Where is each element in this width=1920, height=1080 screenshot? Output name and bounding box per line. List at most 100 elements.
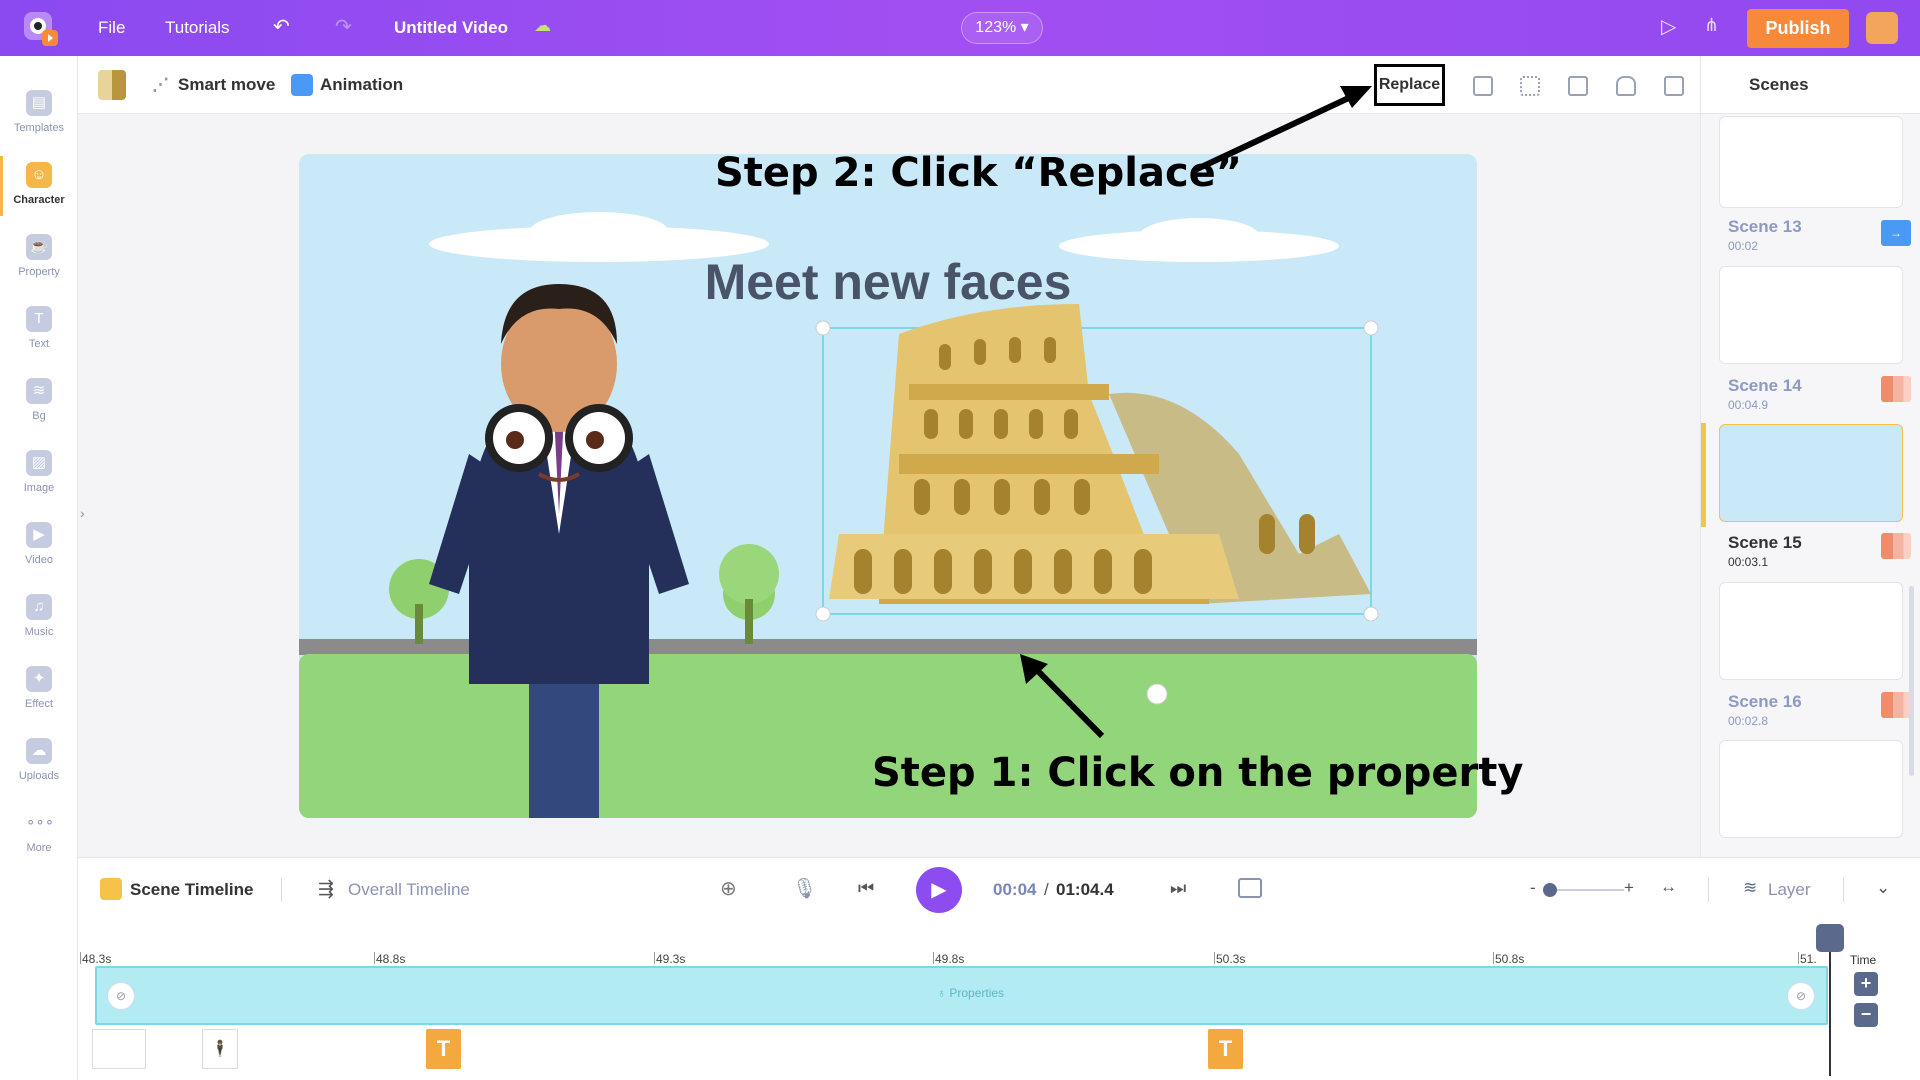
trash-icon[interactable] [1664,76,1684,96]
scene-thumbnail[interactable] [1719,266,1903,364]
scene-thumbnail[interactable] [1719,116,1903,208]
effect-icon: ✦ [26,666,52,692]
color-swatch[interactable] [98,70,126,100]
time-label: Time [1850,953,1877,967]
sidebar-item-effect[interactable]: ✦ Effect [0,660,78,726]
sidebar-item-templates[interactable]: ▤ Templates [0,84,78,150]
expand-panel-icon[interactable]: › [80,505,85,521]
fit-width-icon[interactable]: ↔ [1660,877,1677,897]
zoom-dropdown[interactable]: 123% ▾ [961,12,1043,44]
resize-handle[interactable] [815,320,831,336]
sidebar-item-label: Video [25,554,53,566]
play-button[interactable]: ▶ [916,867,962,913]
resize-handle[interactable] [1363,320,1379,336]
divider [281,878,282,902]
track-end-handle[interactable]: ⊘ [1787,982,1815,1010]
align-icon[interactable] [1568,76,1588,96]
scene-canvas[interactable]: Meet new faces [299,154,1477,818]
time-separator: / [1044,880,1049,899]
animation-button[interactable]: Animation [320,75,403,95]
sidebar-item-label: Image [23,482,55,494]
scenes-scrollbar[interactable] [1909,586,1914,776]
lock-icon[interactable] [1616,76,1636,96]
camera-focus-icon[interactable]: ⊕ [720,876,737,901]
redo-icon[interactable]: ↷ [335,14,352,39]
divider [1708,878,1709,902]
scene-time: 00:02 [1728,239,1759,253]
transparency-icon[interactable] [1520,76,1540,96]
transition-icon[interactable] [1881,376,1911,402]
transition-icon[interactable]: → [1881,220,1911,246]
resize-handle[interactable] [1363,606,1379,622]
share-icon[interactable]: ⋔ [1704,15,1719,36]
overall-timeline-icon: ⇶ [318,879,334,900]
character-icon: ☺ [26,162,52,188]
text-layer-marker[interactable]: T [426,1029,461,1069]
scene-name: Scene 13 [1728,217,1802,236]
sidebar-item-character[interactable]: ☺ Character [0,156,78,222]
track-start-handle[interactable]: ⊘ [107,982,135,1010]
transition-icon[interactable] [1881,533,1911,559]
playhead-line[interactable] [1829,952,1831,1076]
preview-play-icon[interactable]: ▷ [1661,14,1676,39]
music-icon: ♫ [26,594,52,620]
sidebar-item-property[interactable]: ☕ Property [0,228,78,294]
sidebar-item-music[interactable]: ♫ Music [0,588,78,654]
menu-tutorials[interactable]: Tutorials [165,18,230,38]
video-title[interactable]: Untitled Video [394,18,508,38]
undo-icon[interactable]: ↶ [273,14,290,39]
scene-thumbnail[interactable] [1719,582,1903,680]
menu-file[interactable]: File [98,18,125,38]
smart-move-button[interactable]: Smart move [178,75,275,95]
tab-scene-timeline[interactable]: Scene Timeline [130,880,253,900]
previous-icon[interactable]: ⏮ [858,878,874,899]
properties-track[interactable]: ⊘ ♁ Properties ⊘ [95,966,1828,1025]
sidebar-item-image[interactable]: ▨ Image [0,444,78,510]
layer-button[interactable]: Layer [1768,880,1811,900]
scene-name: Scene 15 [1728,533,1802,552]
subtitles-icon[interactable] [1238,878,1262,898]
ruler-tick: 50.3s [1213,952,1246,966]
zoom-slider-handle[interactable] [1543,883,1557,897]
publish-button[interactable]: Publish [1747,9,1849,48]
transition-icon[interactable] [1881,692,1911,718]
collapse-chevron-icon[interactable]: ⌄ [1876,878,1890,898]
sidebar-item-bg[interactable]: ≋ Bg [0,372,78,438]
avatar[interactable] [1866,12,1898,44]
ruler-tick: 50.8s [1492,952,1525,966]
resize-handle[interactable] [815,606,831,622]
smart-move-icon: ⋰ [152,75,169,94]
scenes-title: Scenes [1701,56,1920,114]
background-layer-thumbnail[interactable] [92,1029,146,1069]
playhead-handle[interactable] [1816,924,1844,952]
sidebar-item-video[interactable]: ▶ Video [0,516,78,582]
active-scene-indicator [1701,423,1706,527]
timeline-zoom-in-button[interactable]: + [1854,972,1878,996]
microphone-icon[interactable]: 🎙 [792,876,817,901]
sidebar-item-text[interactable]: T Text [0,300,78,366]
sidebar-item-label: More [26,842,52,854]
app-logo[interactable] [20,8,60,48]
text-layer-marker[interactable]: T [1208,1029,1243,1069]
rotate-handle[interactable] [1146,683,1168,705]
replace-button[interactable]: Replace [1374,64,1445,106]
sidebar-item-uploads[interactable]: ☁ Uploads [0,732,78,798]
ruler-tick: 49.3s [653,952,686,966]
canvas-heading[interactable]: Meet new faces [705,254,1072,310]
character-layer-thumbnail[interactable]: 🕴 [202,1029,238,1069]
tab-overall-timeline[interactable]: Overall Timeline [348,880,470,900]
timeline-zoom-out-button[interactable]: − [1854,1003,1878,1027]
zoom-in-slider-icon[interactable]: + [1624,878,1634,898]
scene-thumbnail-active[interactable] [1719,424,1903,522]
annotation-step2: Step 2: Click “Replace” [715,150,1243,196]
ruler-tick: 51. [1798,952,1817,966]
scene-thumbnail[interactable] [1719,740,1903,838]
top-bar: File Tutorials ↶ ↷ Untitled Video ☁ 123%… [0,0,1920,56]
sidebar-item-label: Text [28,338,50,350]
next-icon[interactable]: ⏭ [1170,878,1186,899]
sidebar-item-more[interactable]: ∘∘∘ More [0,804,78,870]
scene-timeline-icon [100,878,122,900]
zoom-out-slider-icon[interactable]: - [1530,878,1536,898]
flip-icon[interactable] [1473,76,1493,96]
sidebar-item-label: Uploads [18,770,60,782]
